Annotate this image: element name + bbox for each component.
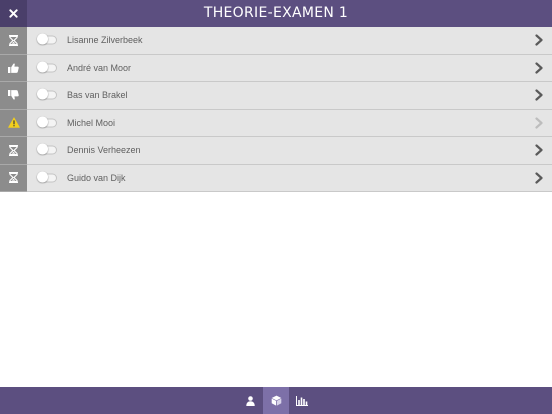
hourglass-icon [9, 34, 18, 46]
close-button[interactable] [0, 0, 27, 27]
list-item-main[interactable]: Lisanne Zilverbeek [27, 27, 552, 55]
thumbs-up-icon [8, 63, 19, 73]
warning-icon [7, 117, 20, 128]
status-cell [0, 54, 27, 82]
chevron-right-icon[interactable] [534, 89, 544, 101]
list-item-main[interactable]: Bas van Brakel [27, 82, 552, 110]
list-item[interactable]: Michel Mooi [0, 109, 552, 137]
status-cell [0, 164, 27, 192]
toggle-knob [37, 88, 48, 100]
toggle-knob [37, 171, 48, 183]
list-item[interactable]: Guido van Dijk [0, 164, 552, 192]
status-cell [0, 82, 27, 110]
toggle-knob [37, 116, 48, 128]
list-item-main[interactable]: Dennis Verheezen [27, 137, 552, 165]
selection-toggle[interactable] [37, 143, 57, 155]
student-name: Bas van Brakel [67, 90, 128, 101]
status-cell [0, 137, 27, 165]
chevron-right-icon[interactable] [534, 144, 544, 156]
list-item[interactable]: Dennis Verheezen [0, 137, 552, 165]
selection-toggle[interactable] [37, 171, 57, 183]
bottom-tab-bar [0, 387, 552, 414]
list-item-main[interactable]: André van Moor [27, 54, 552, 82]
hourglass-icon [9, 172, 18, 184]
student-list: Lisanne Zilverbeek André van Moor Bas va… [0, 27, 552, 192]
chevron-right-icon[interactable] [534, 34, 544, 46]
close-icon [9, 9, 18, 18]
tab-statistics[interactable] [289, 387, 315, 414]
cube-icon [271, 395, 281, 406]
toggle-knob [37, 33, 48, 45]
status-cell [0, 27, 27, 55]
student-name: Lisanne Zilverbeek [67, 35, 143, 46]
hourglass-icon [9, 144, 18, 156]
list-item[interactable]: Lisanne Zilverbeek [0, 27, 552, 55]
selection-toggle[interactable] [37, 33, 57, 45]
chevron-right-icon [535, 117, 543, 129]
student-name: Dennis Verheezen [67, 145, 141, 156]
status-cell [0, 109, 27, 137]
thumbs-down-icon [8, 90, 19, 100]
student-name: Michel Mooi [67, 117, 116, 128]
selection-toggle[interactable] [37, 61, 57, 73]
student-name: Guido van Dijk [67, 172, 126, 183]
selection-toggle[interactable] [37, 116, 57, 128]
header-bar: THEORIE-EXAMEN 1 [0, 0, 552, 27]
tab-user[interactable] [237, 387, 263, 414]
chevron-right-icon[interactable] [534, 62, 544, 74]
list-item-main[interactable]: Guido van Dijk [27, 164, 552, 192]
user-icon [245, 395, 255, 406]
page-title: THEORIE-EXAMEN 1 [203, 5, 349, 21]
list-item[interactable]: André van Moor [0, 54, 552, 82]
list-item[interactable]: Bas van Brakel [0, 82, 552, 110]
toggle-knob [37, 143, 48, 155]
student-name: André van Moor [67, 62, 132, 73]
selection-toggle[interactable] [37, 88, 57, 100]
exam-screen: THEORIE-EXAMEN 1 Lisanne Zilverbeek Andr… [0, 0, 552, 414]
chevron-right-icon[interactable] [534, 172, 544, 184]
tab-cube[interactable] [263, 387, 289, 414]
bar-chart-icon [296, 395, 308, 406]
toggle-knob [37, 61, 48, 73]
list-item-main[interactable]: Michel Mooi [27, 109, 552, 137]
